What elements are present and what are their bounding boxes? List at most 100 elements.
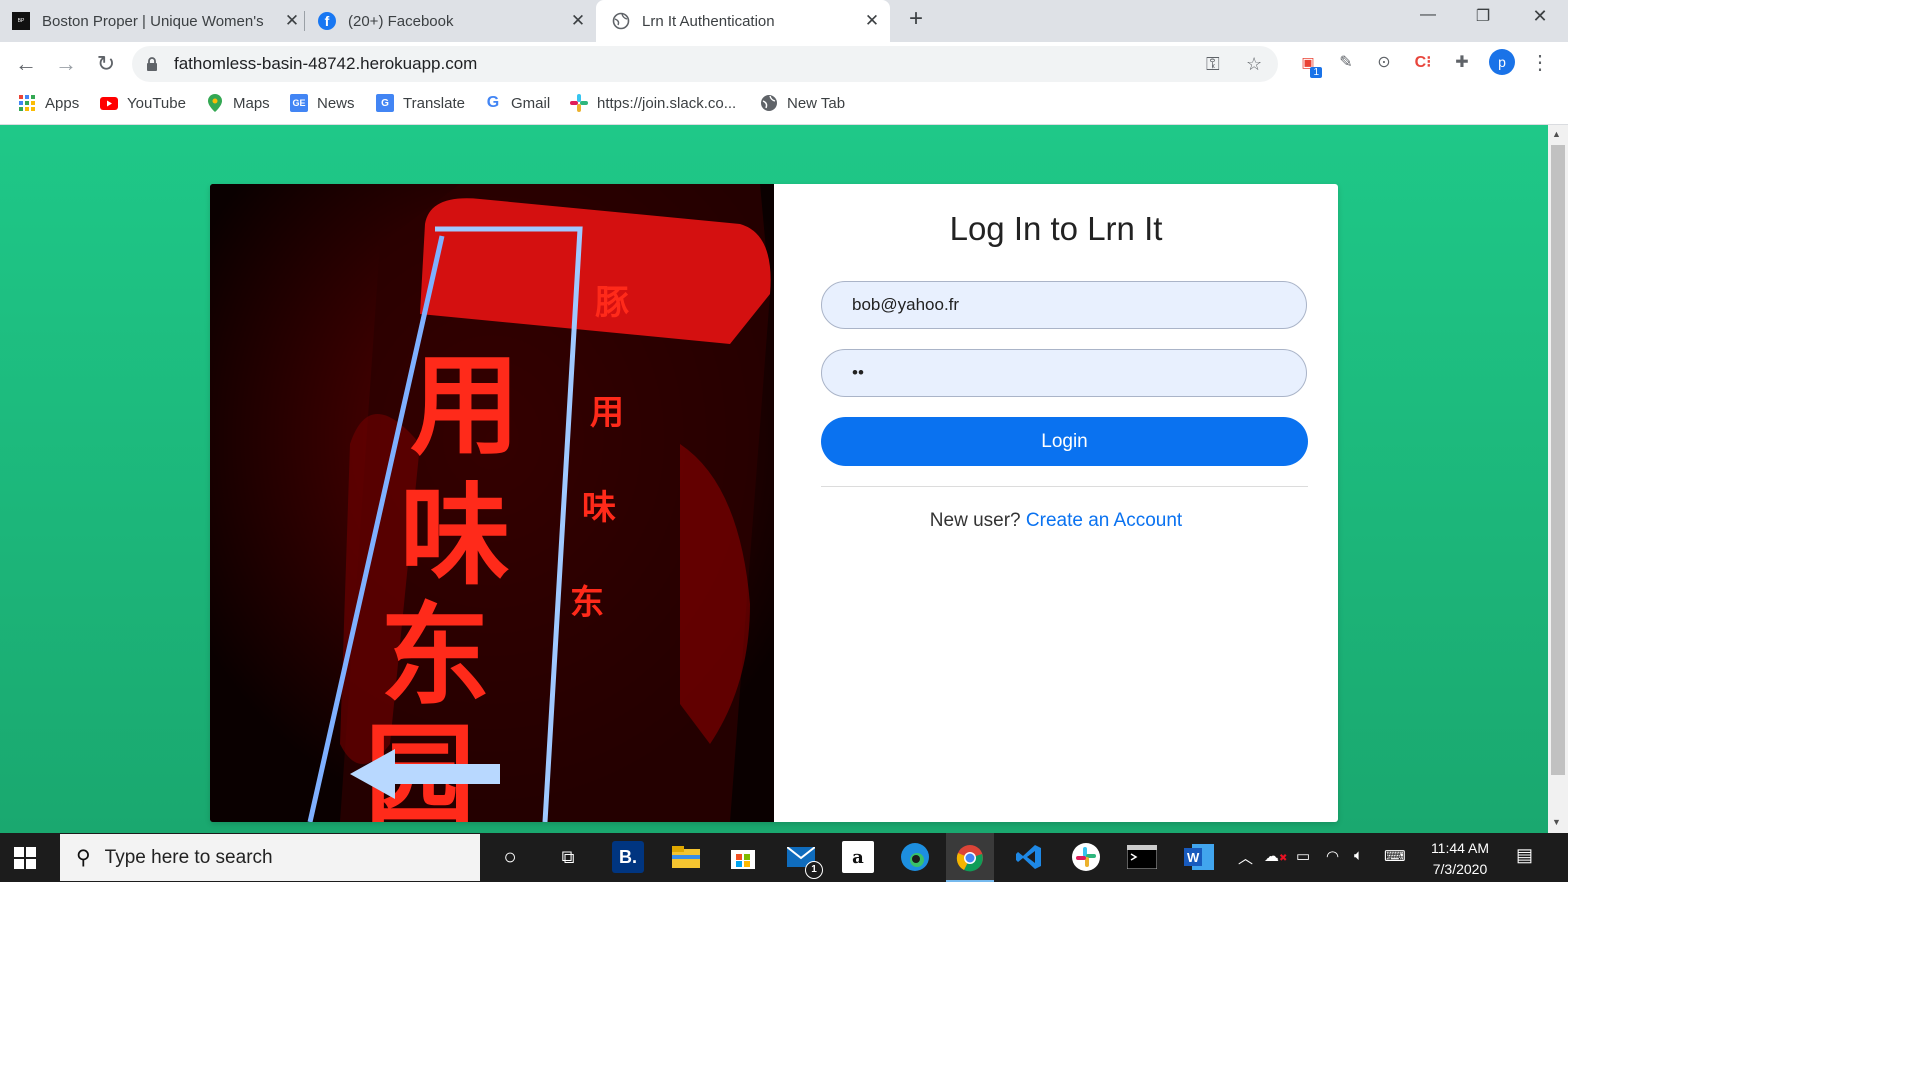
neon-sign-photo: 用 味 东 园 豚 用 味 东 [210, 184, 774, 822]
close-icon[interactable]: ✕ [568, 11, 588, 31]
svg-text:东: 东 [380, 592, 490, 720]
svg-text:用: 用 [410, 342, 520, 470]
divider [821, 486, 1308, 487]
bookmark-label: https://join.slack.co... [597, 94, 737, 112]
scroll-down-icon[interactable]: ▼ [1552, 817, 1561, 827]
login-title: Log In to Lrn It [949, 210, 1163, 247]
mail-icon[interactable]: 1 [785, 841, 823, 879]
bookmark-new-tab[interactable]: New Tab [760, 94, 845, 112]
new-user-prompt: New user? Create an Account [774, 510, 1338, 532]
bookmark-news[interactable]: GE News [290, 94, 355, 112]
email-input[interactable] [821, 281, 1307, 329]
word-icon[interactable]: W [1183, 841, 1215, 873]
profile-avatar[interactable]: p [1489, 49, 1515, 75]
lock-icon [146, 57, 158, 76]
tab-boston-proper[interactable]: BP Boston Proper | Unique Women's ✕ [12, 0, 302, 42]
reload-icon[interactable]: ↻ [92, 50, 120, 78]
slack-taskbar-icon[interactable] [1070, 841, 1102, 873]
keyboard-icon[interactable]: ⌨ [1384, 847, 1406, 865]
restore-icon[interactable]: ❐ [1463, 6, 1503, 26]
svg-text:味: 味 [400, 472, 510, 600]
task-view-icon[interactable]: ⧉ [552, 841, 584, 873]
vscode-icon[interactable] [1013, 841, 1045, 873]
tab-title: Boston Proper | Unique Women's [42, 12, 264, 30]
chrome-icon[interactable] [946, 833, 994, 882]
bookmark-slack[interactable]: https://join.slack.co... [570, 94, 736, 112]
svg-text:W: W [1187, 850, 1200, 865]
booking-icon[interactable]: B. [612, 841, 644, 873]
bookmark-label: News [317, 94, 355, 112]
svg-text:用: 用 [590, 393, 624, 433]
microsoft-store-icon[interactable] [727, 841, 759, 873]
close-icon[interactable]: ✕ [862, 11, 882, 31]
svg-text:东: 东 [570, 583, 604, 623]
boston-proper-icon: BP [12, 12, 30, 30]
edge-icon[interactable] [899, 841, 931, 873]
cortana-icon[interactable]: ○ [494, 841, 526, 873]
extension-translate-icon[interactable]: ▣ 1 [1296, 50, 1322, 78]
extension-badge: 1 [1310, 67, 1322, 78]
amazon-icon[interactable]: a [842, 841, 874, 873]
close-icon[interactable]: ✕ [282, 11, 302, 31]
window-close-icon[interactable]: ✕ [1520, 6, 1560, 27]
bookmark-label: Maps [233, 94, 270, 112]
password-input[interactable] [821, 349, 1307, 397]
scroll-up-icon[interactable]: ▲ [1552, 129, 1561, 139]
tab-lrn-it[interactable]: Lrn It Authentication ✕ [596, 0, 890, 42]
search-icon: ⚲ [76, 847, 91, 869]
login-button[interactable]: Login [821, 417, 1308, 466]
volume-icon[interactable]: 🔈︎ [1354, 847, 1363, 864]
globe-icon [612, 12, 630, 30]
tab-facebook[interactable]: f (20+) Facebook ✕ [318, 0, 588, 42]
address-bar[interactable]: fathomless-basin-48742.herokuapp.com ⚿ ☆ [132, 46, 1278, 82]
show-hidden-icons[interactable]: ︿ [1238, 847, 1253, 868]
bookmark-label: New Tab [787, 94, 846, 112]
puzzle-icon[interactable]: ✚ [1450, 50, 1474, 74]
bookmark-label: Apps [45, 94, 80, 112]
forward-icon[interactable]: → [52, 50, 80, 78]
apps-grid-icon [18, 94, 36, 112]
google-translate-icon: G [376, 94, 394, 112]
more-menu-icon[interactable]: ⋮ [1528, 50, 1552, 74]
key-icon[interactable]: ⚿ [1206, 54, 1220, 75]
facebook-icon: f [318, 12, 336, 30]
battery-icon[interactable]: ▭ [1296, 847, 1310, 865]
notifications-icon[interactable]: ▤ [1516, 845, 1533, 866]
tab-separator [304, 11, 305, 31]
scrollbar-thumb[interactable] [1551, 145, 1565, 775]
back-icon[interactable]: ← [12, 50, 40, 78]
bookmark-apps[interactable]: Apps [18, 94, 79, 112]
slack-icon [570, 94, 588, 112]
onedrive-error-icon[interactable]: ☁✖ [1264, 847, 1287, 865]
wifi-icon[interactable]: ◠ [1326, 847, 1339, 865]
clock-date: 7/3/2020 [1432, 861, 1488, 877]
extension-signature-icon[interactable]: ✎ [1334, 50, 1358, 74]
tab-strip: BP Boston Proper | Unique Women's ✕ f (2… [0, 0, 1568, 42]
star-icon[interactable]: ☆ [1246, 54, 1262, 75]
create-account-link[interactable]: Create an Account [1026, 510, 1182, 531]
terminal-icon[interactable] [1126, 841, 1158, 873]
extension-c-icon[interactable]: C⁝ [1411, 50, 1435, 74]
bookmark-youtube[interactable]: YouTube [100, 94, 186, 112]
youtube-icon [100, 94, 118, 112]
bookmark-gmail[interactable]: G Gmail [484, 94, 550, 112]
bookmark-maps[interactable]: Maps [206, 94, 270, 112]
system-clock[interactable]: 11:44 AM 7/3/2020 [1420, 838, 1500, 880]
tab-title: Lrn It Authentication [642, 12, 775, 30]
windows-start-icon[interactable] [14, 847, 36, 869]
taskbar-search[interactable]: ⚲ Type here to search [60, 834, 480, 881]
search-placeholder: Type here to search [104, 846, 273, 868]
extension-circle-icon[interactable]: ⊙ [1372, 50, 1396, 74]
bookmark-translate[interactable]: G Translate [376, 94, 465, 112]
svg-text:味: 味 [582, 488, 616, 528]
login-form: Log In to Lrn It Login New user? Create … [774, 184, 1338, 822]
minimize-icon[interactable]: — [1408, 6, 1448, 24]
new-tab-button[interactable]: + [904, 7, 928, 32]
svg-text:豚: 豚 [595, 283, 629, 323]
file-explorer-icon[interactable] [670, 841, 702, 873]
page-background: 用 味 东 园 豚 用 味 东 Log In to Lrn It Login N… [0, 125, 1548, 833]
bookmark-label: Gmail [511, 94, 551, 112]
page-scrollbar[interactable]: ▲ ▼ [1548, 125, 1568, 833]
clock-time: 11:44 AM [1430, 840, 1490, 856]
bookmark-label: YouTube [127, 94, 186, 112]
